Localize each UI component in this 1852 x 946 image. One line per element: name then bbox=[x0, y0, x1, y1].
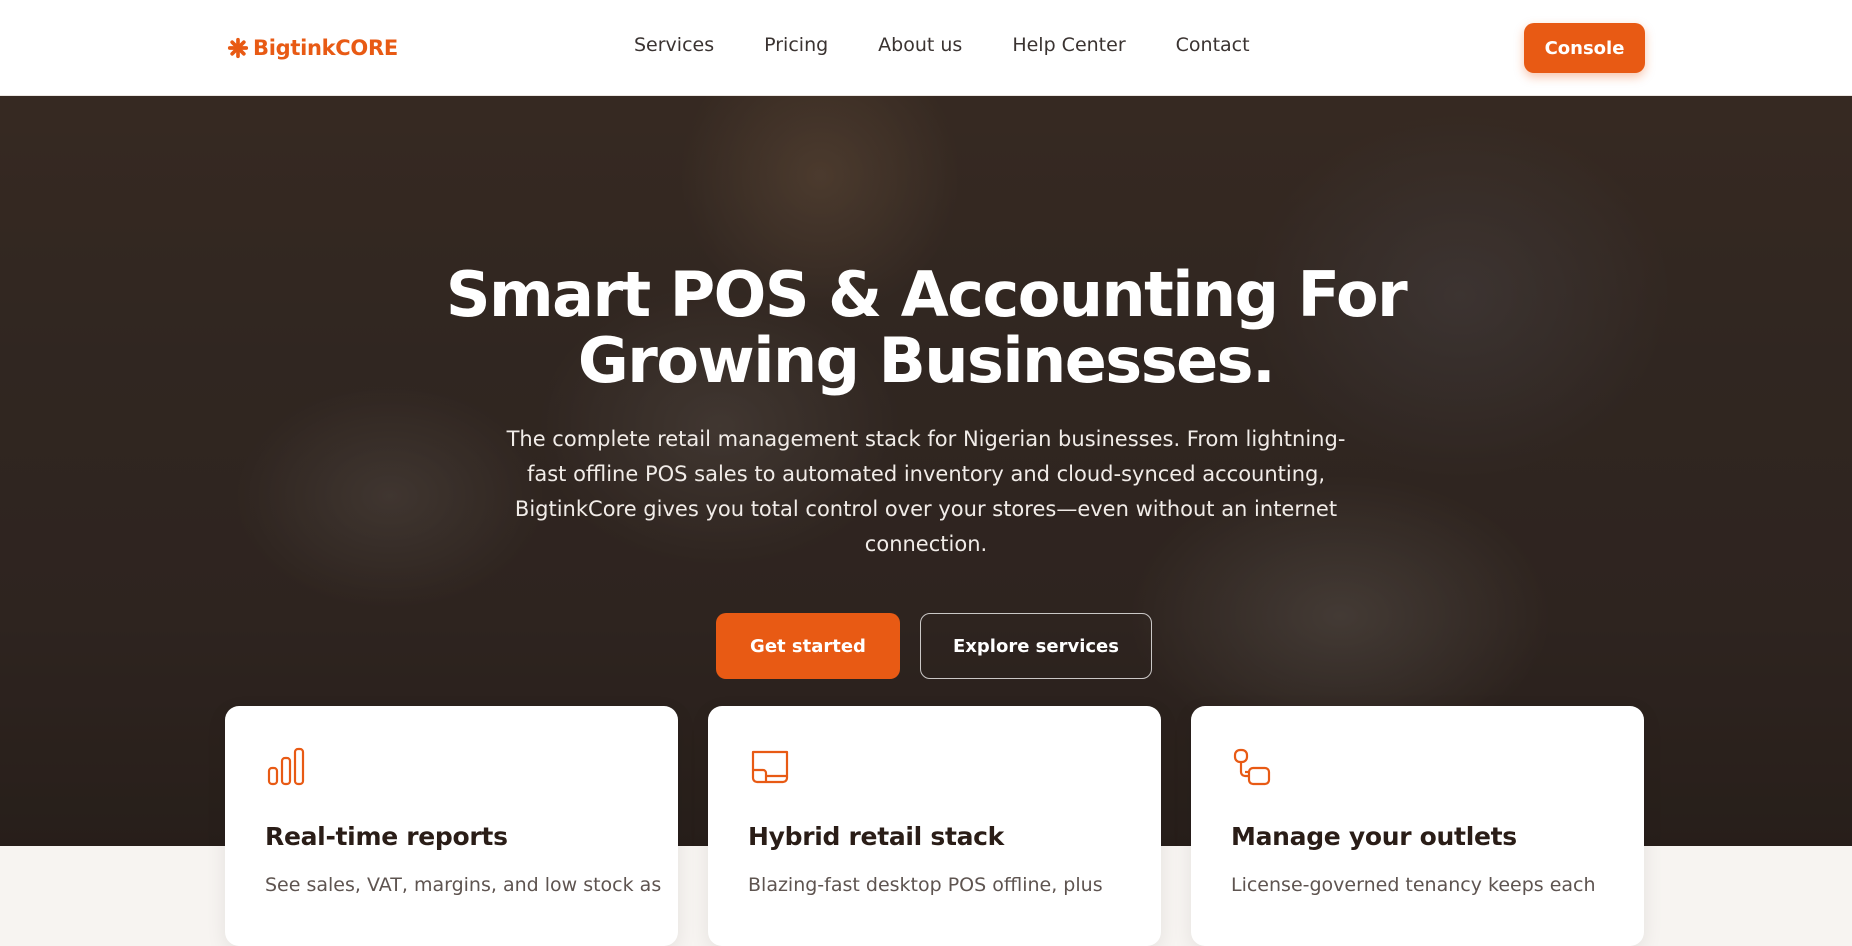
console-button[interactable]: Console bbox=[1524, 23, 1645, 73]
feature-card-hybrid[interactable]: Hybrid retail stack Blazing-fast desktop… bbox=[708, 706, 1161, 946]
outlet-connection-icon bbox=[1233, 748, 1271, 786]
feature-text: See sales, VAT, margins, and low stock a… bbox=[265, 874, 662, 896]
monitor-stack-icon bbox=[751, 750, 789, 784]
feature-title: Hybrid retail stack bbox=[748, 822, 1005, 851]
feature-text: Blazing-fast desktop POS offline, plus bbox=[748, 874, 1103, 896]
nav-link-help-center[interactable]: Help Center bbox=[1012, 34, 1125, 56]
feature-title: Manage your outlets bbox=[1231, 822, 1517, 851]
nav-link-services[interactable]: Services bbox=[634, 34, 714, 56]
hero-title: Smart POS & Accounting For Growing Busin… bbox=[426, 262, 1426, 394]
brand-logo[interactable]: BigtinkCORE bbox=[227, 34, 398, 62]
feature-text: License-governed tenancy keeps each bbox=[1231, 874, 1596, 896]
site-header: BigtinkCORE Services Pricing About us He… bbox=[0, 0, 1852, 96]
nav-link-pricing[interactable]: Pricing bbox=[764, 34, 828, 56]
asterisk-logo-icon bbox=[227, 37, 249, 59]
get-started-button[interactable]: Get started bbox=[716, 613, 900, 679]
main-nav: Services Pricing About us Help Center Co… bbox=[634, 34, 1300, 56]
brand-name: BigtinkCORE bbox=[253, 36, 398, 60]
hero-title-line2: Growing Businesses. bbox=[577, 324, 1276, 397]
explore-services-button[interactable]: Explore services bbox=[920, 613, 1152, 679]
feature-cards: Real-time reports See sales, VAT, margin… bbox=[225, 706, 1645, 946]
hero-title-line1: Smart POS & Accounting For bbox=[445, 258, 1408, 331]
hero-description: The complete retail management stack for… bbox=[506, 427, 1346, 556]
bar-chart-icon bbox=[267, 747, 305, 786]
feature-card-reports[interactable]: Real-time reports See sales, VAT, margin… bbox=[225, 706, 678, 946]
nav-link-about[interactable]: About us bbox=[878, 34, 962, 56]
nav-link-contact[interactable]: Contact bbox=[1176, 34, 1250, 56]
feature-title: Real-time reports bbox=[265, 822, 508, 851]
feature-card-outlets[interactable]: Manage your outlets License-governed ten… bbox=[1191, 706, 1644, 946]
